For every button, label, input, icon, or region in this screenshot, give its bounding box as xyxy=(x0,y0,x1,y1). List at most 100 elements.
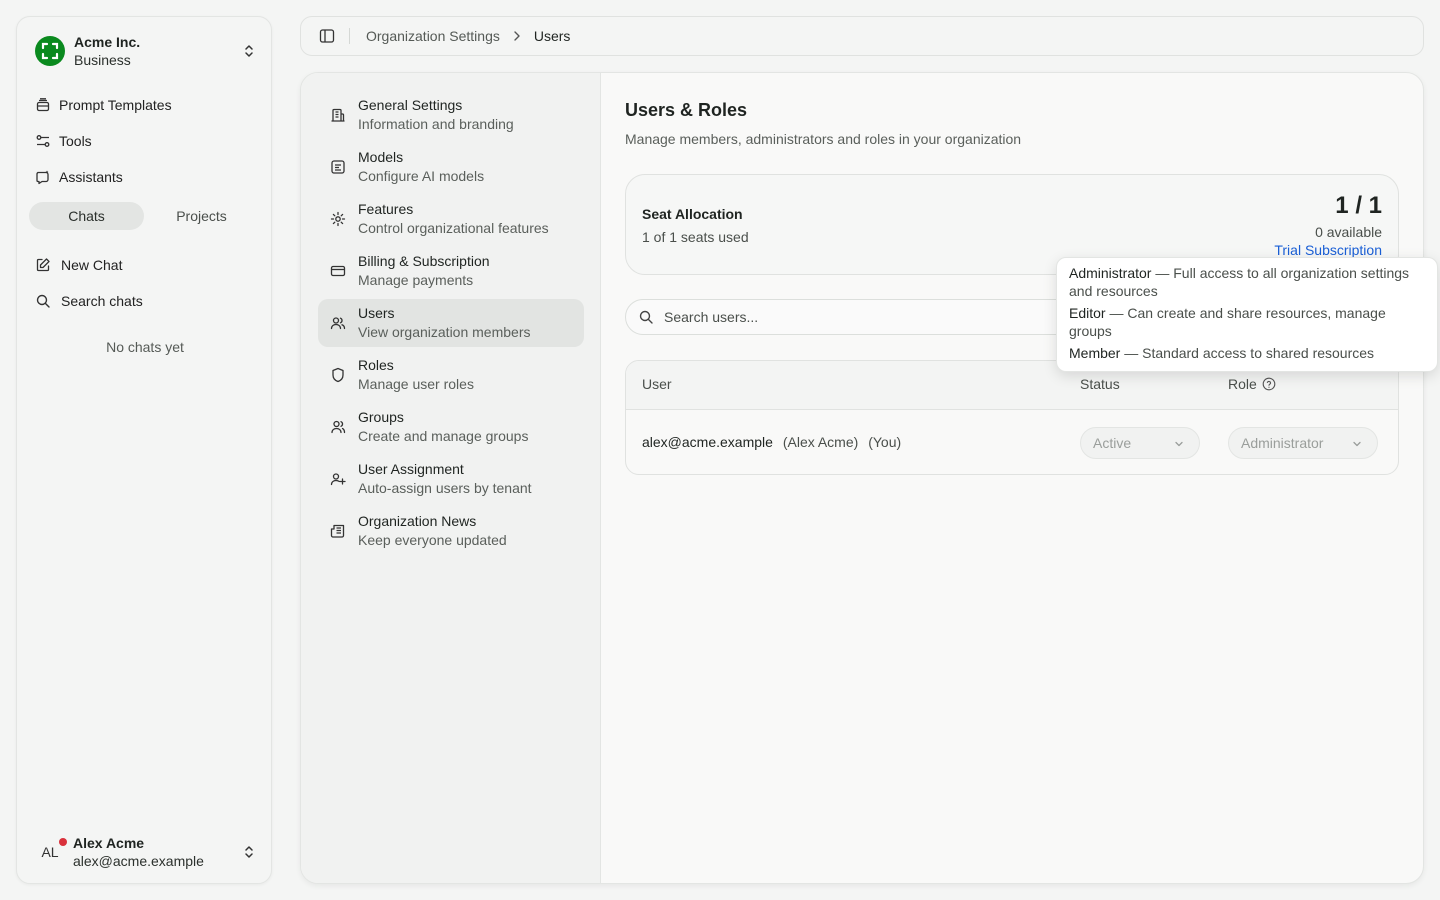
tools-icon xyxy=(36,135,50,147)
settings-nav-subtitle: Control organizational features xyxy=(358,220,549,236)
nav-label: Assistants xyxy=(59,169,123,185)
help-circle-icon[interactable] xyxy=(1262,377,1276,391)
tooltip-role: Member xyxy=(1069,345,1121,361)
page-title: Users & Roles xyxy=(625,100,748,120)
settings-panel: General Settings Information and brandin… xyxy=(300,72,1424,884)
settings-nav-subtitle: View organization members xyxy=(358,324,531,340)
empty-chats-message: No chats yet xyxy=(106,339,184,355)
nav-label: Prompt Templates xyxy=(59,97,172,113)
settings-nav-subtitle: Manage payments xyxy=(358,272,474,288)
user-plus-icon xyxy=(330,473,346,486)
groups-icon xyxy=(331,420,346,434)
header-role-label: Role xyxy=(1228,376,1257,392)
row-you-badge: (You) xyxy=(868,434,902,450)
roles-tooltip: Administrator — Full access to all organ… xyxy=(1056,257,1438,372)
settings-nav-models[interactable]: Models Configure AI models xyxy=(318,143,584,191)
user-email: alex@acme.example xyxy=(73,853,204,869)
tooltip-role: Editor xyxy=(1069,305,1106,321)
tab-projects[interactable]: Projects xyxy=(144,202,259,230)
settings-nav-title: Billing & Subscription xyxy=(358,253,490,269)
new-chat-button[interactable]: New Chat xyxy=(33,247,257,283)
avatar-initials: AL xyxy=(41,844,59,860)
search-chats-label: Search chats xyxy=(61,293,143,309)
settings-nav-subtitle: Auto-assign users by tenant xyxy=(358,480,532,496)
settings-nav-groups[interactable]: Groups Create and manage groups xyxy=(318,403,584,451)
chevrons-up-down-icon xyxy=(245,846,253,858)
app-sidebar: Acme Inc. Business Prompt Templates Tool… xyxy=(16,16,272,884)
org-name: Acme Inc. xyxy=(74,34,141,50)
chevron-down-icon xyxy=(1353,441,1361,447)
settings-nav-title: Roles xyxy=(358,357,394,373)
search-chats-button[interactable]: Search chats xyxy=(33,283,257,319)
settings-nav-users[interactable]: Users View organization members xyxy=(318,299,584,347)
status-select[interactable]: Active xyxy=(1080,427,1200,459)
nav-tools[interactable]: Tools xyxy=(33,123,257,159)
primary-nav: Prompt Templates Tools Assistants xyxy=(33,87,257,195)
tab-chats[interactable]: Chats xyxy=(29,202,144,230)
settings-nav-title: General Settings xyxy=(358,97,463,113)
search-icon xyxy=(639,310,653,324)
settings-nav-roles[interactable]: Roles Manage user roles xyxy=(318,351,584,399)
settings-nav: General Settings Information and brandin… xyxy=(301,73,601,883)
settings-nav-subtitle: Keep everyone updated xyxy=(358,532,507,548)
settings-nav-title: Groups xyxy=(358,409,404,425)
divider xyxy=(349,28,350,44)
sidebar-toggle-icon[interactable] xyxy=(319,28,335,44)
subscription-link[interactable]: Trial Subscription xyxy=(1274,242,1382,258)
settings-nav-title: Models xyxy=(358,149,404,165)
tooltip-item: Member — Standard access to shared resou… xyxy=(1069,344,1425,362)
seats-used-text: 1 of 1 seats used xyxy=(642,229,749,245)
settings-nav-subtitle: Information and branding xyxy=(358,116,514,132)
edit-icon xyxy=(36,258,50,272)
org-plan: Business xyxy=(74,52,131,68)
user-menu[interactable]: AL Alex Acme alex@acme.example xyxy=(33,829,257,875)
chevron-down-icon xyxy=(1175,441,1183,447)
breadcrumb-bar: Organization Settings Users xyxy=(300,16,1424,56)
org-switcher[interactable]: Acme Inc. Business xyxy=(33,31,257,71)
prompt-templates-icon xyxy=(36,98,50,112)
table-row: alex@acme.example (Alex Acme) (You) Acti… xyxy=(626,410,1398,474)
header-status: Status xyxy=(1080,376,1120,392)
tooltip-item: Administrator — Full access to all organ… xyxy=(1069,264,1425,300)
page-description: Manage members, administrators and roles… xyxy=(625,131,1022,147)
status-value: Active xyxy=(1093,435,1132,451)
settings-nav-news[interactable]: Organization News Keep everyone updated xyxy=(318,507,584,555)
users-icon xyxy=(330,317,346,330)
user-name: Alex Acme xyxy=(73,835,145,851)
model-icon xyxy=(331,160,345,174)
seat-count: 1 / 1 xyxy=(1335,192,1382,219)
avatar: AL xyxy=(33,835,67,869)
settings-nav-title: User Assignment xyxy=(358,461,464,477)
settings-nav-billing[interactable]: Billing & Subscription Manage payments xyxy=(318,247,584,295)
breadcrumb-users: Users xyxy=(533,28,571,44)
settings-nav-features[interactable]: Features Control organizational features xyxy=(318,195,584,243)
row-email: alex@acme.example xyxy=(642,434,773,450)
role-select[interactable]: Administrator xyxy=(1228,427,1378,459)
tooltip-desc: — Can create and share resources, manage… xyxy=(1069,305,1386,339)
settings-nav-general[interactable]: General Settings Information and brandin… xyxy=(318,91,584,139)
search-icon xyxy=(36,294,50,308)
nav-label: Tools xyxy=(59,133,92,149)
settings-nav-user-assignment[interactable]: User Assignment Auto-assign users by ten… xyxy=(318,455,584,503)
row-name: (Alex Acme) xyxy=(782,434,859,450)
nav-prompt-templates[interactable]: Prompt Templates xyxy=(33,87,257,123)
breadcrumb: Organization Settings Users xyxy=(366,28,570,44)
chats-projects-toggle: Chats Projects xyxy=(29,202,259,230)
header-role: Role xyxy=(1228,376,1276,392)
users-table: User Status Role alex@acme.example (Alex… xyxy=(625,360,1399,475)
nav-assistants[interactable]: Assistants xyxy=(33,159,257,195)
status-dot xyxy=(59,838,67,846)
role-value: Administrator xyxy=(1241,435,1324,451)
org-logo xyxy=(35,36,65,66)
chat-actions: New Chat Search chats xyxy=(33,247,257,319)
chevrons-up-down-icon xyxy=(245,45,253,57)
assistants-icon xyxy=(36,170,49,185)
tooltip-item: Editor — Can create and share resources,… xyxy=(1069,304,1425,340)
seats-available: 0 available xyxy=(1315,224,1382,240)
tooltip-desc: — Standard access to shared resources xyxy=(1120,345,1375,361)
gear-icon xyxy=(330,211,346,227)
newspaper-icon xyxy=(330,524,345,538)
breadcrumb-org-settings[interactable]: Organization Settings xyxy=(366,28,500,44)
user-cell: alex@acme.example (Alex Acme) (You) xyxy=(642,434,901,450)
org-logo-icon xyxy=(41,42,59,60)
